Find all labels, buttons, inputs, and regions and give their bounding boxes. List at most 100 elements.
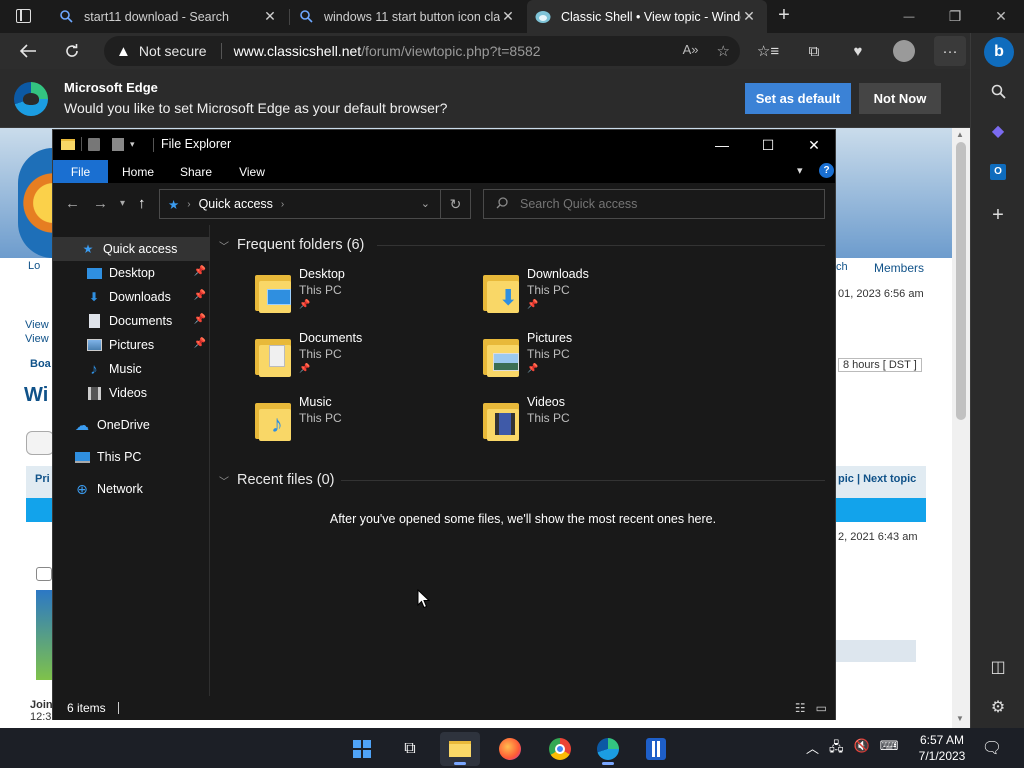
nav-item-pictures[interactable]: Pictures 📌 bbox=[53, 333, 210, 357]
show-hidden-icons-icon[interactable]: ︿ bbox=[806, 738, 819, 760]
search-input[interactable] bbox=[520, 197, 800, 211]
favorite-star-icon[interactable]: ☆ bbox=[717, 42, 730, 60]
details-view-icon[interactable]: ☷ bbox=[795, 701, 806, 715]
folder-tile-downloads[interactable]: ⬇ Downloads This PC 📌 bbox=[481, 267, 701, 327]
explorer-close-button[interactable]: ✕ bbox=[791, 130, 837, 160]
close-icon[interactable]: ✕ bbox=[500, 8, 516, 25]
search-icon[interactable] bbox=[984, 77, 1012, 105]
gear-icon[interactable]: ⚙ bbox=[984, 693, 1012, 721]
restore-button[interactable]: ❐ bbox=[932, 0, 978, 33]
not-now-button[interactable]: Not Now bbox=[859, 83, 941, 114]
refresh-icon[interactable]: ↻ bbox=[440, 190, 470, 218]
path-field[interactable]: ★ › Quick access › ⌄ ↻ bbox=[159, 189, 471, 219]
add-icon[interactable]: + bbox=[984, 201, 1012, 229]
taskbar-edge[interactable] bbox=[588, 732, 628, 766]
print-link[interactable]: Pri bbox=[35, 473, 50, 485]
new-folder-icon[interactable] bbox=[112, 137, 124, 151]
chevron-down-icon[interactable]: ﹀ bbox=[219, 473, 229, 488]
members-link[interactable]: Members bbox=[874, 261, 924, 275]
chevron-right-icon[interactable]: › bbox=[281, 199, 284, 210]
close-icon[interactable]: ✕ bbox=[262, 8, 278, 25]
url-field[interactable]: ▲ Not secure www.classicshell.net /forum… bbox=[104, 36, 740, 66]
scrollbar-thumb[interactable] bbox=[956, 142, 966, 420]
folder-tile-music[interactable]: ♪ Music This PC bbox=[253, 395, 473, 455]
path-segment-quick-access[interactable]: Quick access bbox=[199, 197, 273, 211]
reply-button-fragment[interactable] bbox=[26, 431, 54, 455]
task-view-button[interactable]: ⧉ bbox=[390, 732, 430, 766]
security-status[interactable]: Not secure bbox=[139, 43, 207, 59]
folder-tile-videos[interactable]: Videos This PC bbox=[481, 395, 701, 455]
settings-more-icon[interactable]: ··· bbox=[934, 36, 966, 66]
warning-icon[interactable]: ▲ bbox=[116, 43, 131, 60]
explorer-minimize-button[interactable]: — bbox=[699, 130, 745, 160]
collections-icon[interactable]: ⧉ bbox=[798, 36, 830, 66]
nav-item-quick-access[interactable]: ★ Quick access bbox=[53, 237, 210, 261]
bing-copilot-icon[interactable]: b bbox=[984, 37, 1014, 67]
nav-item-videos[interactable]: Videos bbox=[53, 381, 210, 405]
outlook-icon[interactable]: O bbox=[984, 158, 1012, 186]
help-icon[interactable]: ? bbox=[819, 163, 834, 178]
taskbar-file-explorer[interactable] bbox=[440, 732, 480, 766]
forward-arrow-icon[interactable]: → bbox=[93, 195, 108, 212]
checkbox-fragment[interactable] bbox=[36, 567, 52, 581]
copilot-icon[interactable]: ◆ bbox=[984, 117, 1012, 145]
customize-qat-icon[interactable]: ▾ bbox=[130, 139, 135, 150]
nav-item-network[interactable]: ⊕ Network bbox=[53, 477, 210, 501]
properties-icon[interactable] bbox=[88, 137, 100, 151]
chevron-down-icon[interactable]: ⌄ bbox=[421, 197, 430, 210]
pin-icon[interactable]: 📌 bbox=[194, 266, 206, 277]
chevron-down-icon[interactable]: ﹀ bbox=[219, 238, 229, 253]
sidebar-toggle-icon[interactable]: ◫ bbox=[984, 653, 1012, 681]
frequent-folders-header[interactable]: ﹀ Frequent folders (6) bbox=[219, 234, 364, 256]
next-topic-link[interactable]: pic | Next topic bbox=[838, 473, 916, 485]
search-link-fragment[interactable]: ch bbox=[836, 261, 848, 273]
close-window-button[interactable]: ✕ bbox=[978, 0, 1024, 33]
close-icon[interactable]: ✕ bbox=[741, 8, 757, 25]
volume-muted-icon[interactable]: 🔇 bbox=[854, 738, 870, 760]
view-link-2[interactable]: View bbox=[25, 333, 49, 345]
nav-item-documents[interactable]: Documents 📌 bbox=[53, 309, 210, 333]
folder-tile-documents[interactable]: Documents This PC 📌 bbox=[253, 331, 473, 391]
tab-search-windows11[interactable]: windows 11 start button icon cla ✕ bbox=[290, 0, 526, 33]
back-arrow-icon[interactable]: ← bbox=[65, 195, 80, 212]
taskbar-chrome[interactable] bbox=[540, 732, 580, 766]
search-field[interactable] bbox=[483, 189, 825, 219]
pin-icon[interactable]: 📌 bbox=[194, 314, 206, 325]
set-as-default-button[interactable]: Set as default bbox=[745, 83, 851, 114]
start-button[interactable] bbox=[342, 732, 382, 766]
tab-view[interactable]: View bbox=[227, 160, 277, 183]
scroll-up-arrow-icon[interactable]: ▲ bbox=[956, 130, 964, 139]
minimize-button[interactable]: — bbox=[886, 0, 932, 33]
keyboard-icon[interactable]: ⌨ bbox=[880, 738, 899, 760]
nav-item-this-pc[interactable]: This PC bbox=[53, 445, 210, 469]
recent-locations-icon[interactable]: ▾ bbox=[120, 198, 125, 209]
folder-tile-pictures[interactable]: Pictures This PC 📌 bbox=[481, 331, 701, 391]
nav-item-downloads[interactable]: ⬇ Downloads 📌 bbox=[53, 285, 210, 309]
chevron-right-icon[interactable]: › bbox=[187, 199, 190, 210]
nav-item-onedrive[interactable]: ☁ OneDrive bbox=[53, 413, 210, 437]
login-link[interactable]: Lo bbox=[28, 260, 40, 272]
chevron-down-icon[interactable]: ▾ bbox=[797, 164, 803, 177]
tab-share[interactable]: Share bbox=[171, 160, 221, 183]
view-link-1[interactable]: View bbox=[25, 319, 49, 331]
tab-search-start11[interactable]: start11 download - Search ✕ bbox=[50, 0, 288, 33]
pin-icon[interactable]: 📌 bbox=[194, 338, 206, 349]
tab-actions-icon[interactable] bbox=[16, 9, 31, 23]
explorer-maximize-button[interactable]: ☐ bbox=[745, 130, 791, 160]
favorites-icon[interactable]: ☆≡ bbox=[752, 36, 784, 66]
board-link[interactable]: Boa bbox=[30, 358, 51, 370]
taskbar-firefox[interactable] bbox=[490, 732, 530, 766]
pin-icon[interactable]: 📌 bbox=[194, 290, 206, 301]
network-status-icon[interactable]: 🖧 bbox=[829, 738, 844, 760]
new-tab-button[interactable]: + bbox=[772, 4, 796, 28]
tab-file[interactable]: File bbox=[53, 160, 108, 183]
folder-tile-desktop[interactable]: Desktop This PC 📌 bbox=[253, 267, 473, 327]
profile-avatar[interactable] bbox=[888, 36, 920, 66]
up-arrow-icon[interactable]: ↑ bbox=[138, 195, 146, 212]
recent-files-header[interactable]: ﹀ Recent files (0) bbox=[219, 469, 335, 491]
tab-home[interactable]: Home bbox=[113, 160, 163, 183]
scroll-down-arrow-icon[interactable]: ▼ bbox=[956, 714, 964, 723]
browser-essentials-icon[interactable]: ♥ bbox=[842, 36, 874, 66]
large-icons-view-icon[interactable]: ▭ bbox=[816, 701, 827, 715]
taskbar-clock[interactable]: 6:57 AM 7/1/2023 bbox=[912, 732, 972, 764]
